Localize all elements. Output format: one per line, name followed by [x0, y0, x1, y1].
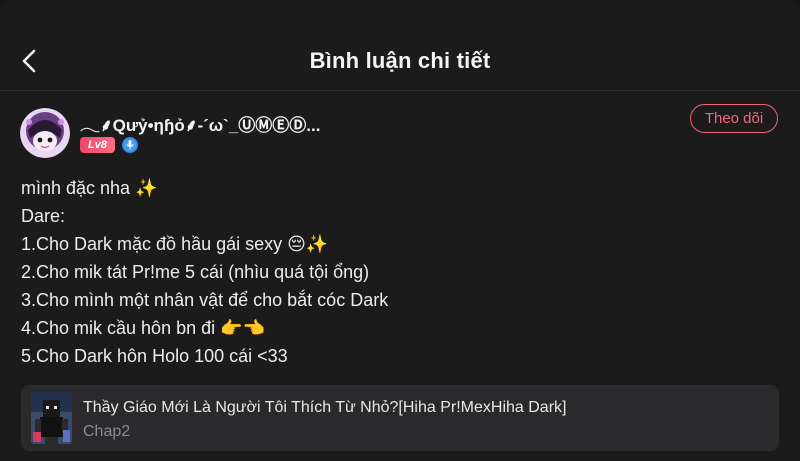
comment-body: mình đặc nha ✨ Dare: 1.Cho Dark mặc đồ h…: [21, 174, 781, 370]
story-chapter: Chap2: [83, 423, 131, 440]
story-thumbnail: [31, 392, 72, 444]
comment-line: mình đặc nha ✨: [21, 178, 158, 198]
comment-line: Dare:: [21, 206, 66, 226]
comment-line: 2.Cho mik tát Pr!me 5 cái (nhìu quá tội …: [21, 262, 370, 282]
comment-line: 3.Cho mình một nhân vật để cho bắt cóc D…: [21, 290, 389, 310]
verified-voice-icon: [121, 136, 139, 154]
page-title: Bình luận chi tiết: [309, 48, 491, 73]
story-card[interactable]: Thầy Giáo Mới Là Người Tôi Thích Từ Nhỏ?…: [21, 385, 779, 451]
author-name[interactable]: 𓂃⸙Qưỷ•ηɧỏ⸙-´ω`_ⓊⓂⒺⒹ...: [80, 108, 320, 137]
header-bar: Bình luận chi tiết: [0, 0, 800, 91]
level-badge: Lv8: [80, 137, 115, 153]
avatar[interactable]: [20, 108, 70, 158]
follow-button[interactable]: Theo dõi: [690, 104, 778, 133]
comment-line: 4.Cho mik cầu hôn bn đi 👉👈: [21, 318, 265, 338]
comment-detail-screen: Bình luận chi tiết 𓂃⸙Qưỷ•ηɧỏ⸙-´ω`_ⓊⓂⒺⒹ..…: [0, 0, 800, 461]
story-title: Thầy Giáo Mới Là Người Tôi Thích Từ Nhỏ?…: [83, 399, 567, 416]
comment-author: 𓂃⸙Qưỷ•ηɧỏ⸙-´ω`_ⓊⓂⒺⒹ... Lv8 Theo dõi: [20, 104, 780, 160]
comment-line: 5.Cho Dark hôn Holo 100 cái <33: [21, 346, 288, 366]
comment-line: 1.Cho Dark mặc đồ hầu gái sexy 😔✨: [21, 234, 329, 254]
